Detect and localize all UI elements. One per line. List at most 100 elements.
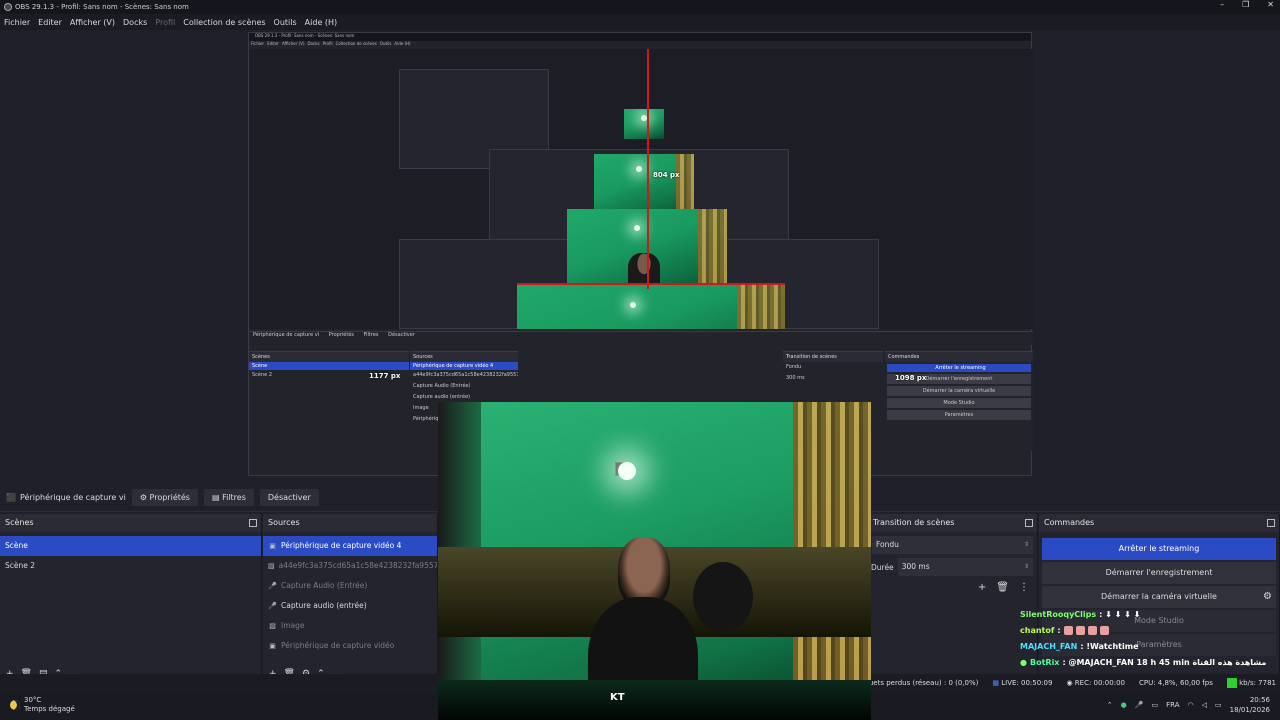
nested-menu-help: Aide (H) (394, 41, 411, 46)
source-item-3[interactable]: 🎤 Capture Audio (Entrée) (263, 576, 437, 596)
chat-overlay: SilentRooqyClips : ⬇ ⬇ ⬇ ⬇ chantof : MAJ… (1020, 606, 1266, 670)
clock-date: 18/01/2026 (1229, 706, 1270, 714)
source-item-5[interactable]: ▧ Image (263, 616, 437, 636)
source-label: a44e9fc3a375cd65a1c58e4238232fa95576efbe… (278, 561, 437, 570)
menu-edit[interactable]: Editer (34, 18, 66, 27)
camera-icon: ⬛ (6, 493, 16, 502)
nested-cam-4 (624, 109, 664, 139)
nested-menu-scenes: Collection de scènes (335, 41, 377, 46)
chat-message: SilentRooqyClips : ⬇ ⬇ ⬇ ⬇ (1020, 606, 1230, 622)
sources-title: Sources (268, 518, 300, 527)
minimize-button[interactable]: – (1220, 0, 1224, 9)
nested-transition-duration: 300 ms (786, 375, 805, 381)
measure-line-horizontal (517, 283, 785, 285)
spinner-icon: ⇕ (1023, 541, 1029, 548)
window-titlebar: OBS 29.1.3 - Profil: Sans nom - Scènes: … (0, 0, 1280, 14)
nested-cam-1 (517, 284, 785, 329)
nested-title: OBS 29.1.3 - Profil: Sans nom - Scènes: … (249, 33, 1031, 41)
obs-logo-icon (4, 3, 12, 11)
menu-docks[interactable]: Docks (119, 18, 151, 27)
clock-time: 20:56 (1249, 696, 1270, 704)
add-transition-button[interactable]: + (978, 582, 986, 593)
scene-item-1[interactable]: Scène (0, 536, 261, 556)
close-button[interactable]: ✕ (1267, 0, 1274, 9)
emote-icon (1063, 625, 1073, 635)
toolbar-source-name: ⬛ Périphérique de capture vi (0, 493, 132, 502)
start-recording-button[interactable]: Démarrer l'enregistrement (1042, 562, 1276, 584)
chat-message: MAJACH_FAN : !Watchtime (1020, 638, 1230, 654)
nested-menu-tools: Outils (379, 41, 392, 46)
source-label: Périphérique de capture vidéo 4 (281, 541, 402, 550)
menu-view[interactable]: Afficher (V) (66, 18, 119, 27)
nested-scenes-title: Scènes (249, 352, 409, 362)
weather-widget[interactable]: 30°C Temps dégagé (10, 696, 75, 714)
nested-menu-file: Fichier (251, 41, 265, 46)
mic-tray-icon[interactable]: 🎤 (1135, 701, 1144, 709)
window-controls: – ❐ ✕ (1220, 0, 1274, 9)
system-tray: ⌃ ● 🎤 ▭ FRA ◠ ◁ ▭ 20:56 18/01/2026 (1107, 695, 1270, 715)
menu-tools[interactable]: Outils (270, 18, 301, 27)
source-label: Capture audio (entrée) (281, 601, 367, 610)
undock-icon[interactable] (1025, 519, 1033, 527)
maximize-button[interactable]: ❐ (1242, 0, 1249, 9)
transition-type-select[interactable]: Fondu ⇕ (872, 536, 1033, 554)
nested-toolbar-props: Propriétés (328, 332, 355, 338)
stream-health-indicator (1226, 678, 1237, 688)
duration-label: Durée (871, 562, 894, 572)
lock-icon[interactable]: ▭ (1151, 701, 1158, 709)
bitrate-value: kb/s: 7781 (1239, 679, 1276, 687)
properties-label: Propriétés (149, 493, 190, 502)
nested-menu-view: Afficher (V) (281, 41, 305, 46)
volume-icon[interactable]: ◁ (1202, 701, 1207, 709)
live-status: ▦ LIVE: 00:50:09 (992, 679, 1052, 687)
mic-icon: 🎤 (268, 602, 277, 610)
transition-more-button[interactable]: ⋮ (1019, 582, 1029, 593)
gear-icon[interactable]: ⚙ (1263, 586, 1272, 608)
rec-time: REC: 00:00:00 (1074, 679, 1125, 687)
start-virtual-cam-button[interactable]: Démarrer la caméra virtuelle ⚙ (1042, 586, 1276, 608)
transition-actions: + 🗑 ⋮ (978, 582, 1029, 593)
remove-transition-button[interactable]: 🗑 (996, 582, 1009, 593)
source-item-2[interactable]: ▧ a44e9fc3a375cd65a1c58e4238232fa95576ef… (263, 556, 437, 576)
menu-scene-collection[interactable]: Collection de scènes (179, 18, 269, 27)
source-item-6[interactable]: ▣ Périphérique de capture vidéo (263, 636, 437, 656)
chevron-up-icon[interactable]: ⌃ (1107, 701, 1113, 709)
undock-icon[interactable] (1267, 519, 1275, 527)
dropped-frames: Paquets perdus (réseau) : 0 (0,0%) (856, 679, 979, 687)
duration-field[interactable]: 300 ms ⇕ (897, 558, 1033, 576)
nested-commands-title: Commandes (885, 352, 1033, 362)
webcam-feed[interactable]: KT (438, 402, 871, 720)
transition-title: Transition de scènes (873, 518, 955, 527)
whatsapp-icon[interactable]: ● (1121, 701, 1127, 709)
window-title: OBS 29.1.3 - Profil: Sans nom - Scènes: … (15, 3, 189, 11)
battery-icon[interactable]: ▭ (1215, 701, 1222, 709)
live-time: LIVE: 00:50:09 (1001, 679, 1053, 687)
nested-menu-profile: Profil (322, 41, 333, 46)
chat-text: : !Watchtime (1080, 641, 1139, 651)
nested-source-1: Périphérique de capture vidéo 4 (410, 362, 518, 370)
source-item-4[interactable]: 🎤 Capture audio (entrée) (263, 596, 437, 616)
stop-streaming-button[interactable]: Arrêter le streaming (1042, 538, 1276, 560)
scene-item-2[interactable]: Scène 2 (0, 556, 261, 576)
nested-sources-title: Sources (410, 352, 518, 362)
properties-button[interactable]: ⚙ Propriétés (131, 489, 198, 506)
language-indicator[interactable]: FRA (1166, 701, 1179, 709)
source-item-1[interactable]: ▣ Périphérique de capture vidéo 4 (263, 536, 437, 556)
source-label: Image (281, 621, 305, 630)
emote-icon (1075, 625, 1085, 635)
clock[interactable]: 20:56 18/01/2026 (1230, 695, 1270, 715)
deactivate-button[interactable]: Désactiver (259, 489, 319, 506)
undock-icon[interactable] (249, 519, 257, 527)
source-list: ▣ Périphérique de capture vidéo 4 ▧ a44e… (263, 532, 437, 656)
cam-headset (693, 562, 753, 632)
transition-header: Transition de scènes (868, 514, 1037, 532)
wifi-icon[interactable]: ◠ (1188, 701, 1194, 709)
scenes-dock: Scènes Scène Scène 2 + 🗑 ▤ ⌃ ⌄ (0, 514, 262, 684)
image-icon: ▧ (268, 562, 275, 570)
menu-file[interactable]: Fichier (0, 18, 34, 27)
source-label: Capture Audio (Entrée) (281, 581, 368, 590)
filters-button[interactable]: ▤ Filtres (203, 489, 254, 506)
menu-help[interactable]: Aide (H) (301, 18, 342, 27)
nested-toolbar: Périphérique de capture vi Propriétés Fi… (249, 331, 1033, 345)
menu-profile: Profil (155, 17, 176, 27)
